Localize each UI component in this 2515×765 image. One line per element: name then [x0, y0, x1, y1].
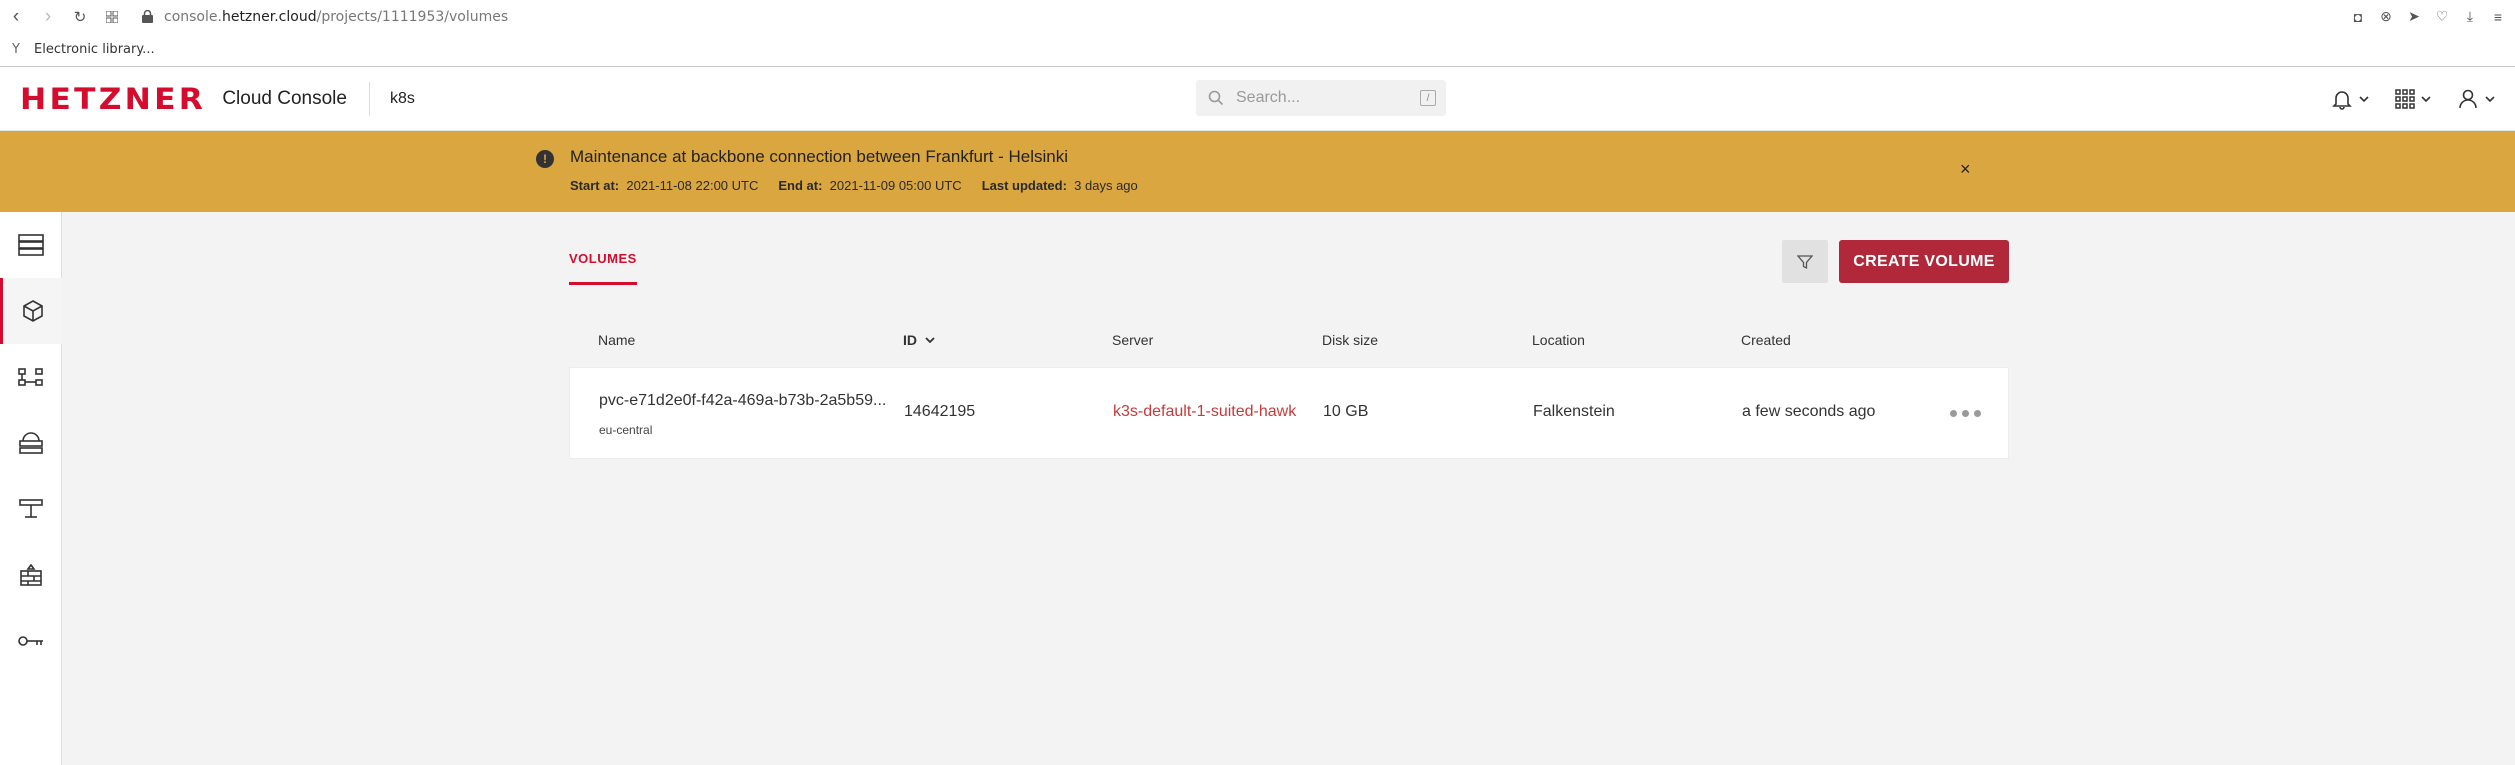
volume-disk-size: 10 GB — [1323, 403, 1369, 420]
volume-region: eu-central — [599, 423, 653, 437]
address-bar[interactable]: console.hetzner.cloud/projects/1111953/v… — [164, 9, 508, 25]
networks-icon — [18, 368, 43, 386]
filter-icon — [1797, 254, 1813, 269]
volumes-icon — [22, 300, 43, 322]
servers-icon — [18, 234, 44, 256]
search-input[interactable]: Search... / — [1196, 80, 1446, 116]
sidebar — [0, 212, 62, 765]
header-divider — [368, 81, 370, 116]
server-link[interactable]: k3s-default-1-suited-hawk — [1113, 403, 1296, 421]
notifications-button[interactable] — [2331, 88, 2369, 110]
end-label: End at: — [778, 178, 823, 193]
start-label: Start at: — [570, 178, 620, 193]
sidebar-item-floating-ips[interactable] — [0, 476, 62, 542]
browser-toolbar: ‹ › ↻ console.hetzner.cloud/projects/111… — [0, 0, 2515, 33]
sort-desc-icon — [925, 337, 935, 343]
back-icon[interactable]: ‹ — [0, 0, 32, 33]
sidebar-item-load-balancers[interactable] — [0, 410, 62, 476]
column-header-id-label: ID — [903, 332, 917, 348]
volume-location: Falkenstein — [1533, 403, 1615, 420]
download-icon[interactable]: ⤓ — [2461, 8, 2479, 26]
grid-icon — [2395, 89, 2415, 109]
apps-menu-button[interactable] — [2395, 89, 2431, 109]
filter-button[interactable] — [1782, 240, 1828, 283]
create-volume-button[interactable]: CREATE VOLUME — [1839, 240, 2009, 283]
app-header: HETZNER Cloud Console k8s Search... / — [0, 67, 2515, 131]
apps-grid-icon[interactable] — [96, 0, 128, 33]
bookmark-item[interactable]: Electronic library... — [34, 42, 155, 57]
project-selector[interactable]: k8s — [390, 90, 415, 108]
chevron-down-icon — [2485, 96, 2495, 102]
column-header-name[interactable]: Name — [598, 332, 635, 348]
user-icon — [2459, 89, 2477, 109]
menu-icon[interactable]: ≡ — [2489, 8, 2507, 26]
floating-ips-icon — [19, 499, 43, 518]
column-header-id[interactable]: ID — [903, 332, 935, 348]
load-balancers-icon — [19, 432, 43, 454]
updated-label: Last updated: — [981, 178, 1067, 193]
search-shortcut: / — [1420, 90, 1436, 106]
warning-icon: ! — [536, 150, 554, 168]
start-value: 2021-11-08 22:00 UTC — [626, 178, 759, 193]
reload-icon[interactable]: ↻ — [64, 0, 96, 33]
tab-volumes[interactable]: VOLUMES — [569, 251, 637, 285]
search-icon — [1208, 90, 1224, 106]
sidebar-item-firewalls[interactable] — [0, 542, 62, 608]
screenshot-icon[interactable]: ◘ — [2349, 8, 2367, 26]
bookmark-folder-icon: Y — [12, 42, 20, 57]
app-name[interactable]: Cloud Console — [222, 88, 347, 110]
more-actions-icon[interactable] — [1950, 410, 1981, 417]
sidebar-item-servers[interactable] — [0, 212, 62, 278]
column-header-location[interactable]: Location — [1532, 332, 1585, 348]
maintenance-banner: ! Maintenance at backbone connection bet… — [0, 131, 2515, 212]
column-header-server[interactable]: Server — [1112, 332, 1153, 348]
chevron-down-icon — [2359, 96, 2369, 102]
lock-icon[interactable] — [142, 10, 156, 24]
tabs: VOLUMES — [569, 250, 637, 285]
bookmarks-bar: Y Electronic library... — [0, 33, 2515, 67]
close-icon[interactable]: × — [1960, 159, 1971, 180]
volume-name[interactable]: pvc-e71d2e0f-f42a-469a-b73b-2a5b59... — [599, 392, 886, 410]
bell-icon — [2332, 91, 2352, 110]
volume-created: a few seconds ago — [1742, 403, 1876, 420]
sidebar-item-security[interactable] — [0, 608, 62, 674]
search-placeholder: Search... — [1236, 89, 1301, 106]
heart-icon[interactable]: ♡ — [2433, 8, 2451, 26]
column-header-disk-size[interactable]: Disk size — [1322, 332, 1378, 348]
hetzner-logo[interactable]: HETZNER — [20, 82, 206, 116]
banner-meta: Start at: 2021-11-08 22:00 UTC End at: 2… — [570, 178, 1138, 193]
key-icon — [18, 636, 43, 646]
sidebar-item-networks[interactable] — [0, 344, 62, 410]
banner-title: Maintenance at backbone connection betwe… — [570, 147, 1069, 166]
forward-icon[interactable]: › — [32, 0, 64, 33]
table-row[interactable]: pvc-e71d2e0f-f42a-469a-b73b-2a5b59... eu… — [569, 367, 2009, 459]
user-menu-button[interactable] — [2457, 88, 2495, 110]
column-header-created[interactable]: Created — [1741, 332, 1791, 348]
updated-value: 3 days ago — [1074, 178, 1138, 193]
send-icon[interactable]: ➤ — [2405, 8, 2423, 26]
sidebar-item-volumes[interactable] — [0, 278, 62, 344]
volume-id: 14642195 — [904, 403, 976, 420]
firewalls-icon — [20, 563, 42, 586]
end-value: 2021-11-09 05:00 UTC — [829, 178, 962, 193]
block-icon[interactable]: ⊗ — [2377, 8, 2395, 26]
chevron-down-icon — [2421, 96, 2431, 102]
